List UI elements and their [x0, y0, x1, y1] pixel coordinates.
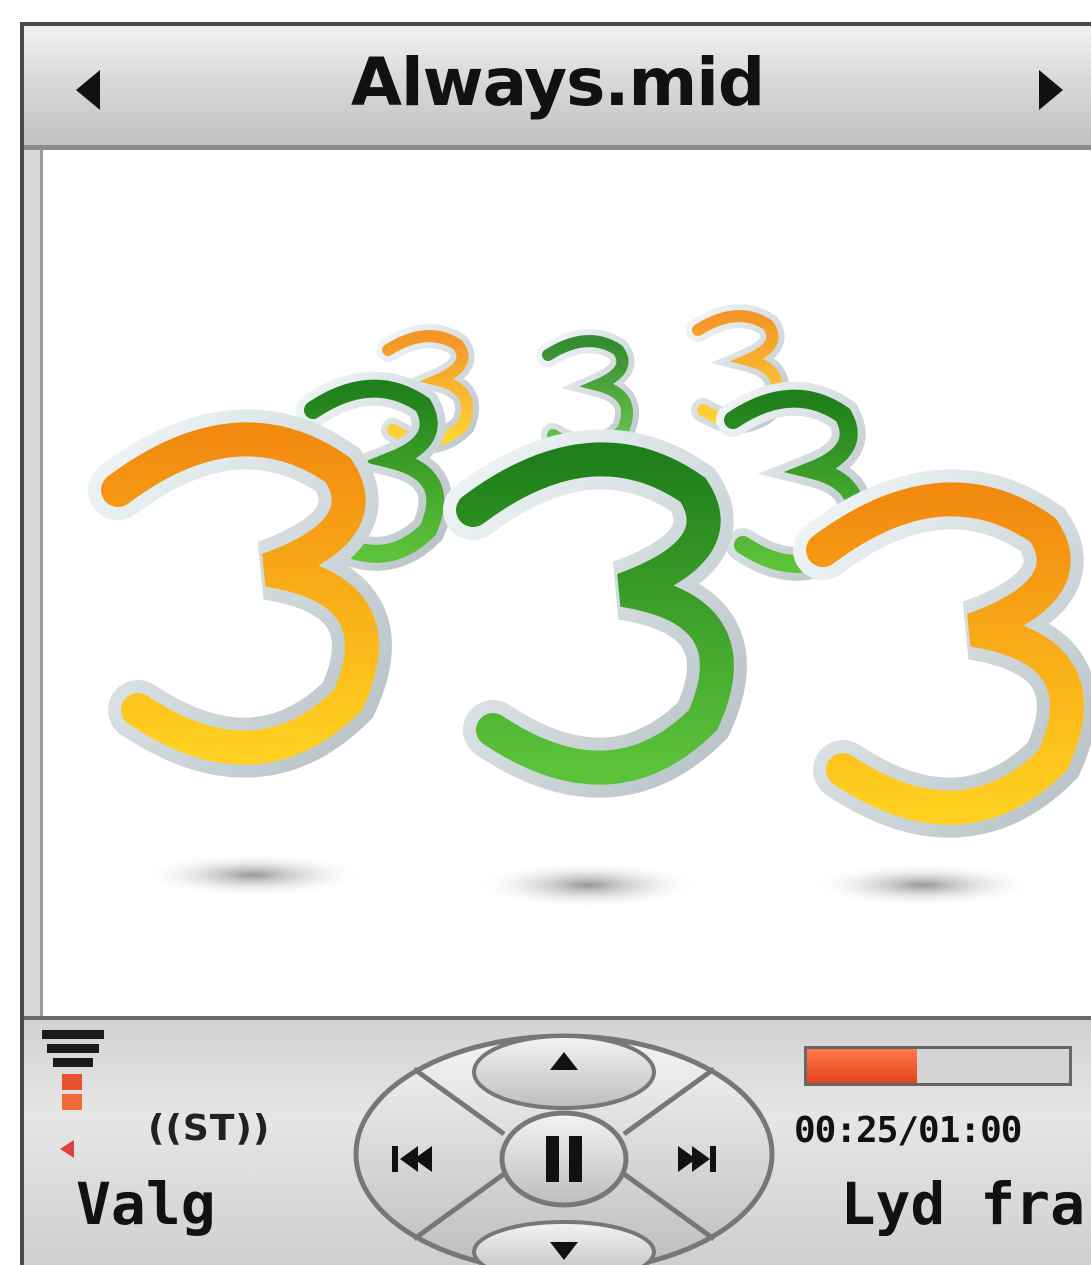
album-artwork: [40, 150, 1091, 1016]
stereo-indicator: ((ST)): [148, 1108, 271, 1149]
shadow-left: [138, 853, 368, 897]
shadow-right: [808, 863, 1038, 907]
pause-button[interactable]: [499, 1110, 629, 1208]
signal-strength-icon: [42, 1030, 104, 1072]
shadow-center: [473, 861, 703, 909]
big-three-right: [793, 469, 1091, 838]
next-track-arrow-icon[interactable]: [1039, 70, 1063, 110]
track-title: Always.mid: [350, 44, 765, 121]
artwork-image: [88, 304, 1091, 909]
playback-progress-fill: [807, 1049, 918, 1083]
mute-softkey[interactable]: Lyd fra: [841, 1170, 1085, 1238]
title-bar: Always.mid: [24, 26, 1091, 150]
media-player-screen: Always.mid ((ST)) 00:25/01:00 Valg Lyd f…: [20, 22, 1091, 1265]
big-three-left: [88, 409, 392, 778]
playback-progress-bar[interactable]: [804, 1046, 1072, 1086]
speaker-icon: [60, 1140, 74, 1158]
battery-icon: [58, 1074, 86, 1134]
playback-time: 00:25/01:00: [794, 1110, 1022, 1151]
options-softkey[interactable]: Valg: [76, 1170, 216, 1238]
control-bar: ((ST)) 00:25/01:00 Valg Lyd fra: [24, 1016, 1091, 1265]
navigation-pad: [353, 1033, 775, 1265]
big-three-center: [443, 429, 747, 798]
arrow-up-button[interactable]: [472, 1034, 656, 1110]
